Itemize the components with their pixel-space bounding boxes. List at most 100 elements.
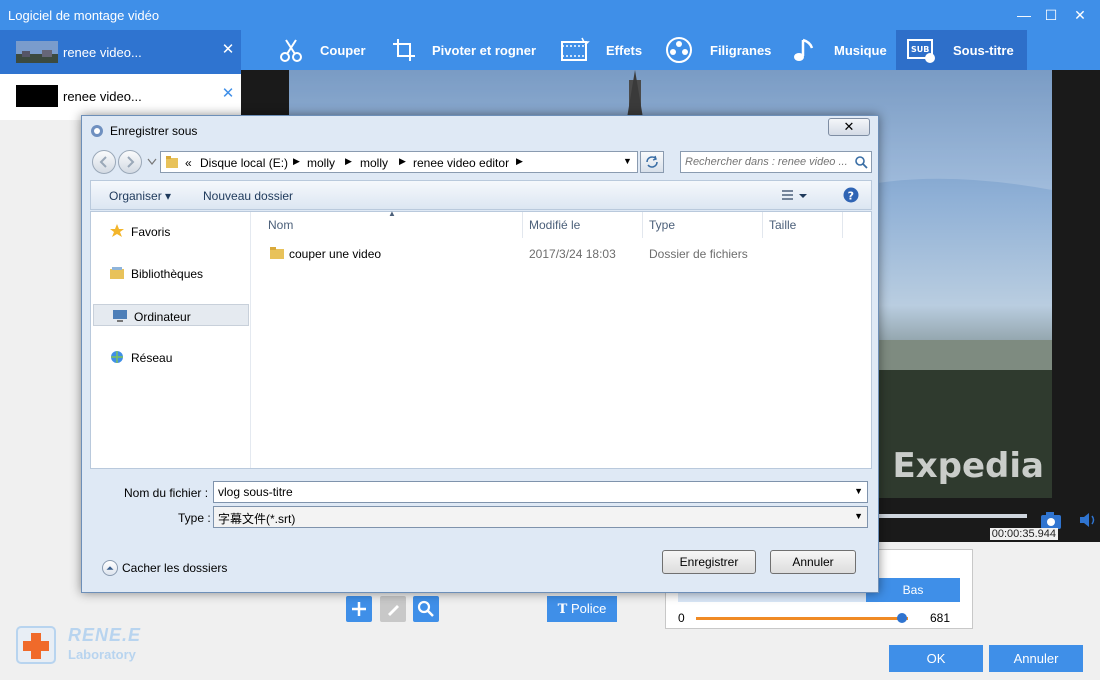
- back-button[interactable]: [92, 150, 116, 174]
- address-segment[interactable]: renee video editor: [413, 156, 509, 170]
- font-button[interactable]: T Police: [547, 596, 617, 622]
- column-header-type[interactable]: Type: [649, 218, 675, 232]
- chevron-down-icon[interactable]: ▼: [854, 486, 863, 496]
- organize-button[interactable]: Organiser ▾: [109, 189, 171, 203]
- search-icon[interactable]: [854, 155, 868, 169]
- command-bar: Organiser ▾ Nouveau dossier ?: [90, 180, 872, 210]
- dialog-cancel-button[interactable]: Annuler: [770, 550, 856, 574]
- address-segment[interactable]: Disque local (E:): [200, 156, 288, 170]
- maximize-button[interactable]: ☐: [1039, 4, 1063, 26]
- tool-label: Sous-titre: [953, 43, 1014, 58]
- svg-text:?: ?: [848, 190, 854, 203]
- minimize-button[interactable]: —: [1012, 4, 1036, 26]
- save-button[interactable]: Enregistrer: [662, 550, 756, 574]
- file-type-value: 字幕文件(*.srt): [218, 512, 296, 526]
- remove-clip-button[interactable]: ✕: [221, 42, 235, 58]
- logo-subtext: Laboratory: [68, 647, 136, 662]
- chevron-right-icon[interactable]: ▶: [516, 156, 523, 167]
- nav-item-favoris[interactable]: Favoris: [91, 220, 247, 242]
- history-dropdown-icon[interactable]: [147, 158, 157, 166]
- clip-label: renee video...: [63, 89, 142, 104]
- save-as-dialog: Enregistrer sous ✕ « Disque local (E:) ▶…: [81, 115, 879, 593]
- tool-musique[interactable]: Musique: [790, 30, 890, 70]
- filename-value: vlog sous-titre: [218, 485, 293, 499]
- search-subtitle-button[interactable]: [413, 596, 439, 622]
- clip-thumbnail: [16, 41, 58, 63]
- address-prefix[interactable]: «: [185, 156, 192, 170]
- chevron-up-icon: [102, 560, 118, 576]
- nav-item-label: Bibliothèques: [131, 267, 204, 281]
- chevron-right-icon[interactable]: ▶: [345, 156, 352, 167]
- forward-button[interactable]: [118, 150, 142, 174]
- video-watermark: Expedia: [892, 446, 1045, 486]
- network-icon: [111, 351, 123, 363]
- address-bar[interactable]: « Disque local (E:) ▶ molly ▶ molly ▶ re…: [160, 151, 638, 173]
- search-input[interactable]: [685, 155, 849, 169]
- search-box[interactable]: [680, 151, 872, 173]
- filename-field[interactable]: vlog sous-titre ▼: [213, 481, 868, 503]
- clip-item[interactable]: renee video... ✕: [0, 74, 241, 118]
- cancel-button[interactable]: Annuler: [989, 645, 1083, 672]
- view-options-icon[interactable]: [781, 189, 809, 203]
- add-subtitle-button[interactable]: [346, 596, 372, 622]
- file-list: Nom ▲ Modifié le Type Taille couper une …: [252, 209, 871, 468]
- nav-item-reseau[interactable]: Réseau: [91, 346, 247, 368]
- address-segment[interactable]: molly: [307, 156, 335, 170]
- nav-item-bibliotheques[interactable]: Bibliothèques: [91, 262, 247, 284]
- remove-clip-button[interactable]: ✕: [221, 86, 235, 102]
- tool-pivoter-rogner[interactable]: Pivoter et rogner: [388, 30, 548, 70]
- chevron-right-icon[interactable]: ▶: [399, 156, 406, 167]
- clip-item[interactable]: renee video... ✕: [0, 30, 241, 74]
- position-bas-option[interactable]: Bas: [866, 578, 960, 602]
- slider-knob[interactable]: [896, 613, 907, 623]
- refresh-button[interactable]: [640, 151, 664, 173]
- scissors-icon: [280, 39, 302, 62]
- ok-button[interactable]: OK: [889, 645, 983, 672]
- tool-effets[interactable]: Effets: [558, 30, 648, 70]
- clip-thumbnail: [16, 85, 58, 107]
- chevron-down-icon[interactable]: ▼: [854, 511, 863, 521]
- tool-filigranes[interactable]: Filigranes: [664, 30, 774, 70]
- hide-folders-toggle[interactable]: Cacher les dossiers: [100, 559, 240, 577]
- navigation-pane: Favoris Bibliothèques Ordinateur Réseau: [91, 212, 251, 468]
- nav-item-label: Favoris: [131, 225, 171, 239]
- dialog-close-button[interactable]: ✕: [828, 118, 870, 136]
- address-segment[interactable]: molly: [360, 156, 388, 170]
- file-type-select[interactable]: 字幕文件(*.srt) ▼: [213, 506, 868, 528]
- new-folder-button[interactable]: Nouveau dossier: [203, 189, 293, 203]
- column-divider[interactable]: [642, 212, 643, 238]
- file-type: Dossier de fichiers: [649, 247, 748, 261]
- crop-rotate-icon: [393, 39, 415, 61]
- volume-icon[interactable]: [1078, 510, 1098, 530]
- chevron-right-icon[interactable]: ▶: [293, 156, 300, 167]
- star-icon: [110, 224, 124, 237]
- column-divider[interactable]: [842, 212, 843, 238]
- brand-logo: RENE.E Laboratory: [16, 623, 156, 669]
- slider-max-label: 681: [930, 611, 951, 625]
- tool-sous-titre[interactable]: SUB Sous-titre: [896, 30, 1027, 70]
- edit-subtitle-button[interactable]: [380, 596, 406, 622]
- tool-label: Musique: [834, 43, 887, 58]
- folder-icon: [270, 247, 284, 259]
- column-divider[interactable]: [762, 212, 763, 238]
- close-window-button[interactable]: ✕: [1068, 4, 1092, 26]
- help-icon[interactable]: ?: [843, 187, 859, 203]
- logo-text: RENE.E: [68, 625, 142, 645]
- tool-label: Couper: [320, 43, 366, 58]
- sort-ascending-icon: ▲: [388, 209, 396, 218]
- clip-list: renee video... ✕ renee video... ✕: [0, 30, 241, 120]
- camera-snapshot-icon[interactable]: [1040, 510, 1064, 530]
- tool-couper[interactable]: Couper: [274, 30, 374, 70]
- folder-icon: [166, 156, 178, 168]
- text-t-icon: T: [557, 602, 568, 617]
- logo-mark-icon: [16, 626, 56, 664]
- file-row[interactable]: couper une video 2017/3/24 18:03 Dossier…: [252, 240, 871, 264]
- column-header-modifie[interactable]: Modifié le: [529, 218, 580, 232]
- column-divider[interactable]: [522, 212, 523, 238]
- address-dropdown-icon[interactable]: ▼: [623, 156, 632, 166]
- nav-item-ordinateur[interactable]: Ordinateur: [93, 304, 249, 326]
- column-header-taille[interactable]: Taille: [769, 218, 796, 232]
- column-header-nom[interactable]: Nom: [268, 218, 293, 232]
- position-slider[interactable]: [696, 617, 908, 620]
- back-arrow-icon: [99, 156, 107, 168]
